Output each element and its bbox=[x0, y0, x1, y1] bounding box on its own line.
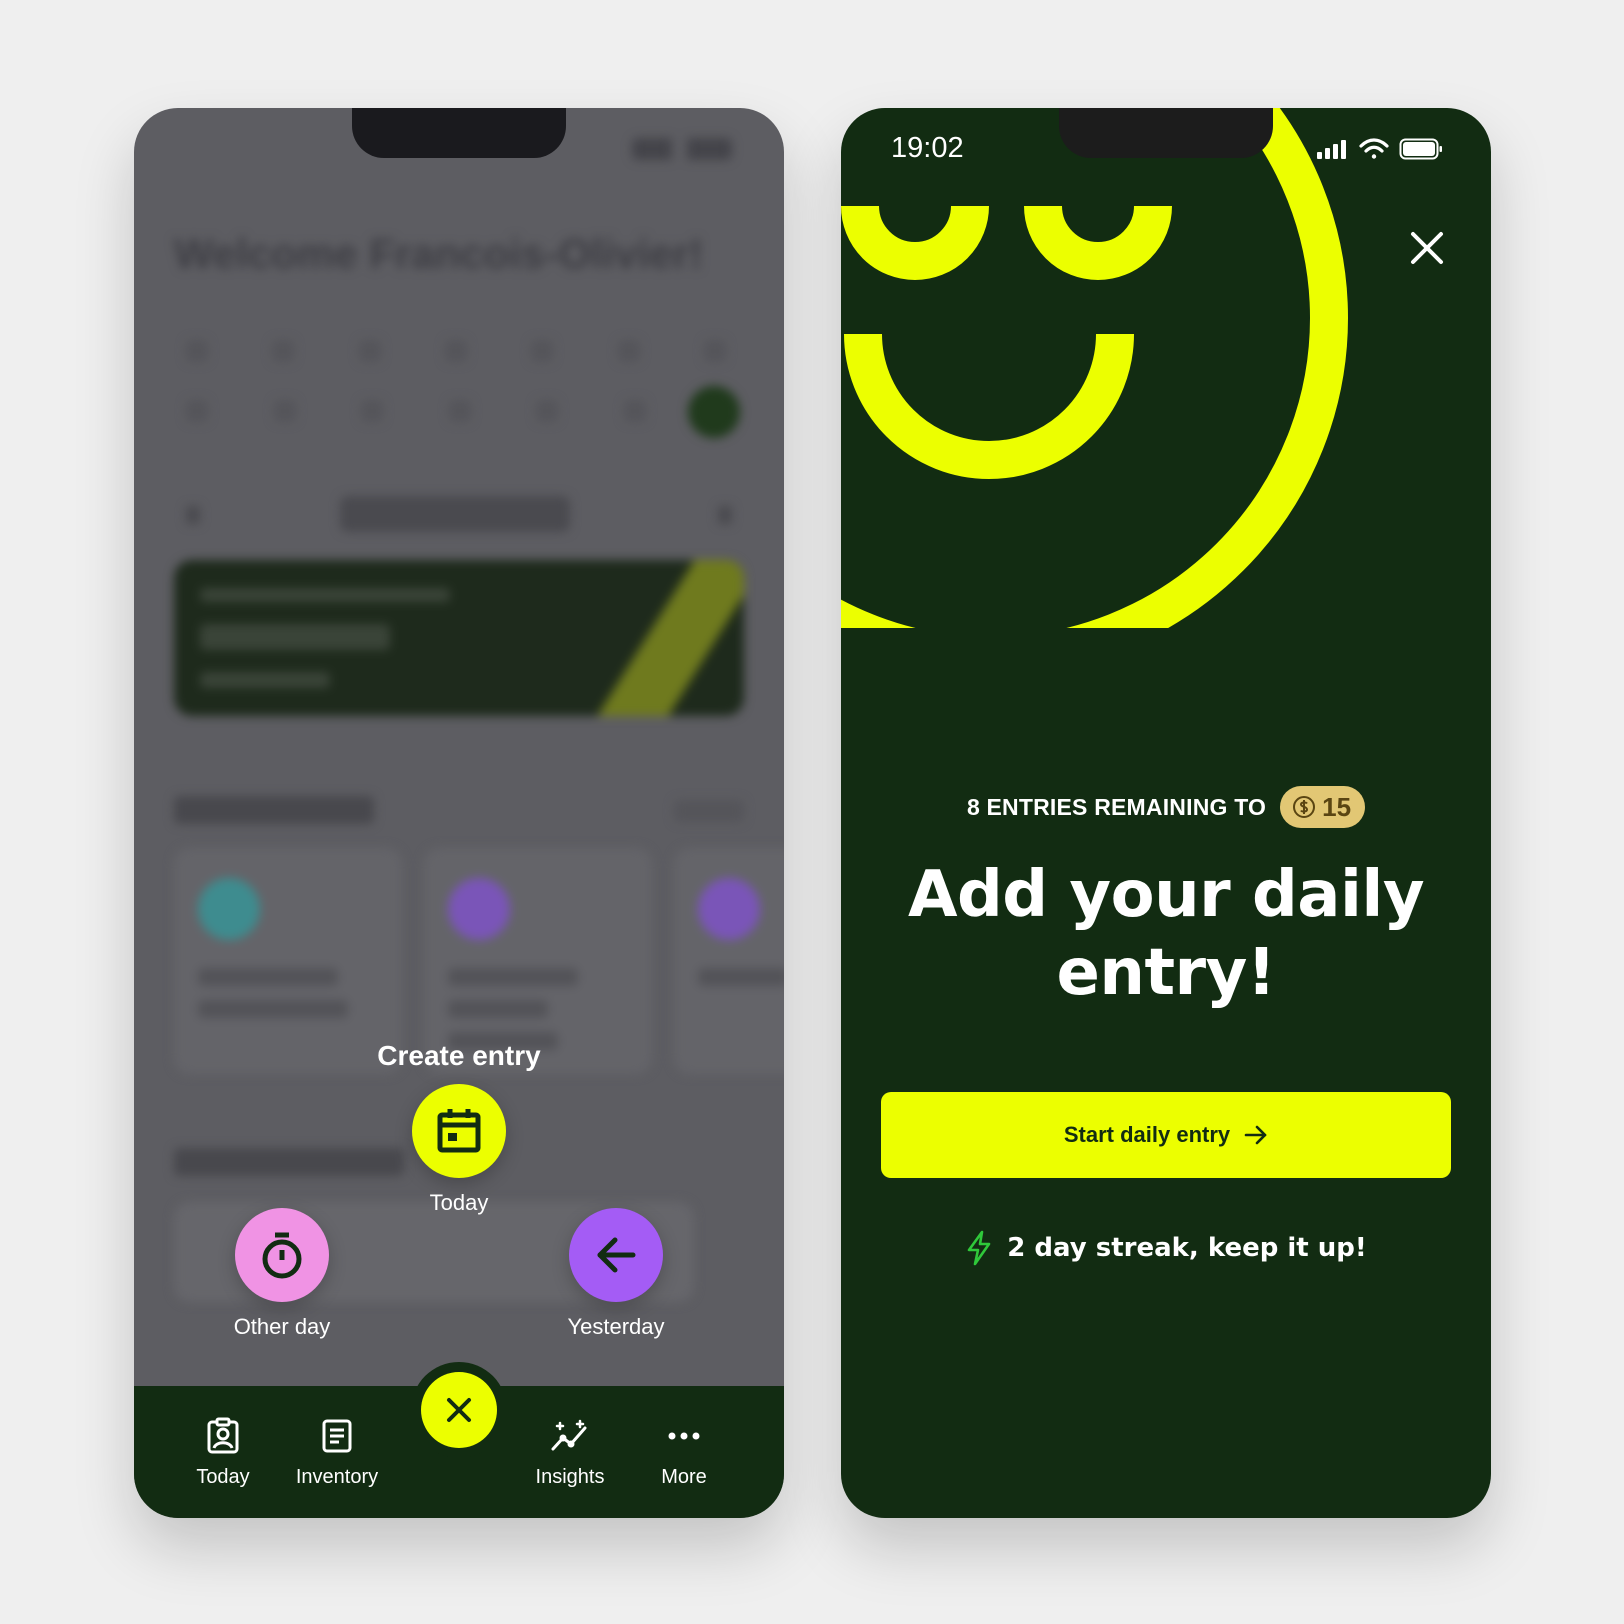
entries-remaining-text: 8 ENTRIES REMAINING TO bbox=[966, 793, 1267, 820]
create-entry-title: Create entry bbox=[377, 1040, 541, 1071]
status-icons bbox=[1317, 138, 1443, 160]
bg-entry-card bbox=[174, 560, 744, 716]
bg-selected-date bbox=[688, 386, 740, 438]
option-yesterday-button[interactable] bbox=[569, 1208, 663, 1302]
coin-reward-badge: 15 bbox=[1280, 786, 1366, 828]
tab-today-label: Today bbox=[196, 1466, 250, 1488]
tab-inventory[interactable]: Inventory bbox=[277, 1416, 397, 1489]
start-daily-entry-label: Start daily entry bbox=[1063, 1122, 1231, 1147]
option-other-day[interactable]: Other day bbox=[192, 1208, 372, 1340]
ellipsis-icon bbox=[668, 1432, 700, 1440]
notch bbox=[352, 108, 566, 158]
signal-icon bbox=[1317, 140, 1346, 159]
entries-remaining-row: 8 ENTRIES REMAINING TO 15 bbox=[841, 786, 1491, 828]
status-time: 19:02 bbox=[891, 132, 964, 164]
bg-welcome-title: Welcome Francois-Olivier! bbox=[174, 230, 704, 277]
headline: Add your daily entry! bbox=[841, 856, 1491, 1012]
bg-next-arrow bbox=[718, 506, 732, 524]
stopwatch-icon bbox=[262, 1232, 302, 1279]
arrow-left-icon bbox=[597, 1237, 636, 1273]
phone-daily-entry-prompt: 19:02 8 ENTRIES REMAINING TO 15 Add your… bbox=[841, 108, 1491, 1518]
option-yesterday-label: Yesterday bbox=[567, 1314, 665, 1339]
bg-status-icons bbox=[632, 138, 732, 160]
tab-more-label: More bbox=[661, 1466, 707, 1488]
phone-create-entry-menu: Welcome Francois-Olivier! Create entry T… bbox=[134, 108, 784, 1518]
bg-date-row bbox=[186, 400, 646, 422]
arrow-right-icon bbox=[1244, 1125, 1267, 1145]
close-icon bbox=[1411, 232, 1443, 264]
coin-value: 15 bbox=[1322, 791, 1352, 822]
headline-line-1: Add your daily bbox=[907, 858, 1425, 932]
streak-row: 2 day streak, keep it up! bbox=[841, 1230, 1491, 1266]
notch bbox=[1059, 108, 1273, 158]
close-icon bbox=[447, 1398, 471, 1422]
bottom-tab-bar: Today Inventory Insights More bbox=[134, 1362, 784, 1518]
bg-date-selector bbox=[340, 496, 570, 532]
bg-view-all bbox=[674, 800, 744, 822]
option-today-button[interactable] bbox=[412, 1084, 506, 1178]
bg-prev-arrow bbox=[186, 506, 200, 524]
document-list-icon bbox=[322, 1419, 352, 1453]
lightning-bolt-icon bbox=[967, 1230, 991, 1266]
smiley-face-illustration bbox=[841, 108, 1348, 628]
option-other-day-label: Other day bbox=[233, 1314, 331, 1339]
headline-line-2: entry! bbox=[1056, 936, 1276, 1010]
wifi-icon bbox=[1359, 138, 1389, 159]
close-menu-button[interactable] bbox=[421, 1372, 497, 1448]
tab-insights[interactable]: Insights bbox=[510, 1416, 630, 1489]
start-daily-entry-button[interactable]: Start daily entry bbox=[881, 1092, 1451, 1178]
option-other-day-button[interactable] bbox=[235, 1208, 329, 1302]
tab-today[interactable]: Today bbox=[163, 1416, 283, 1489]
streak-text: 2 day streak, keep it up! bbox=[1007, 1233, 1367, 1263]
option-today-label: Today bbox=[429, 1190, 489, 1215]
option-yesterday[interactable]: Yesterday bbox=[526, 1208, 706, 1340]
sparkle-chart-icon bbox=[551, 1419, 587, 1451]
clipboard-user-icon bbox=[207, 1417, 239, 1454]
coin-icon bbox=[1293, 796, 1316, 818]
bg-daily-resources-heading bbox=[174, 796, 374, 824]
tab-inventory-label: Inventory bbox=[295, 1466, 379, 1488]
close-button[interactable] bbox=[1407, 228, 1447, 268]
bg-weekday-row bbox=[186, 340, 726, 362]
tab-insights-label: Insights bbox=[535, 1466, 605, 1488]
option-today[interactable]: Today bbox=[369, 1084, 549, 1216]
calendar-icon bbox=[437, 1109, 481, 1153]
battery-icon bbox=[1399, 138, 1442, 160]
tab-more[interactable]: More bbox=[624, 1416, 744, 1489]
